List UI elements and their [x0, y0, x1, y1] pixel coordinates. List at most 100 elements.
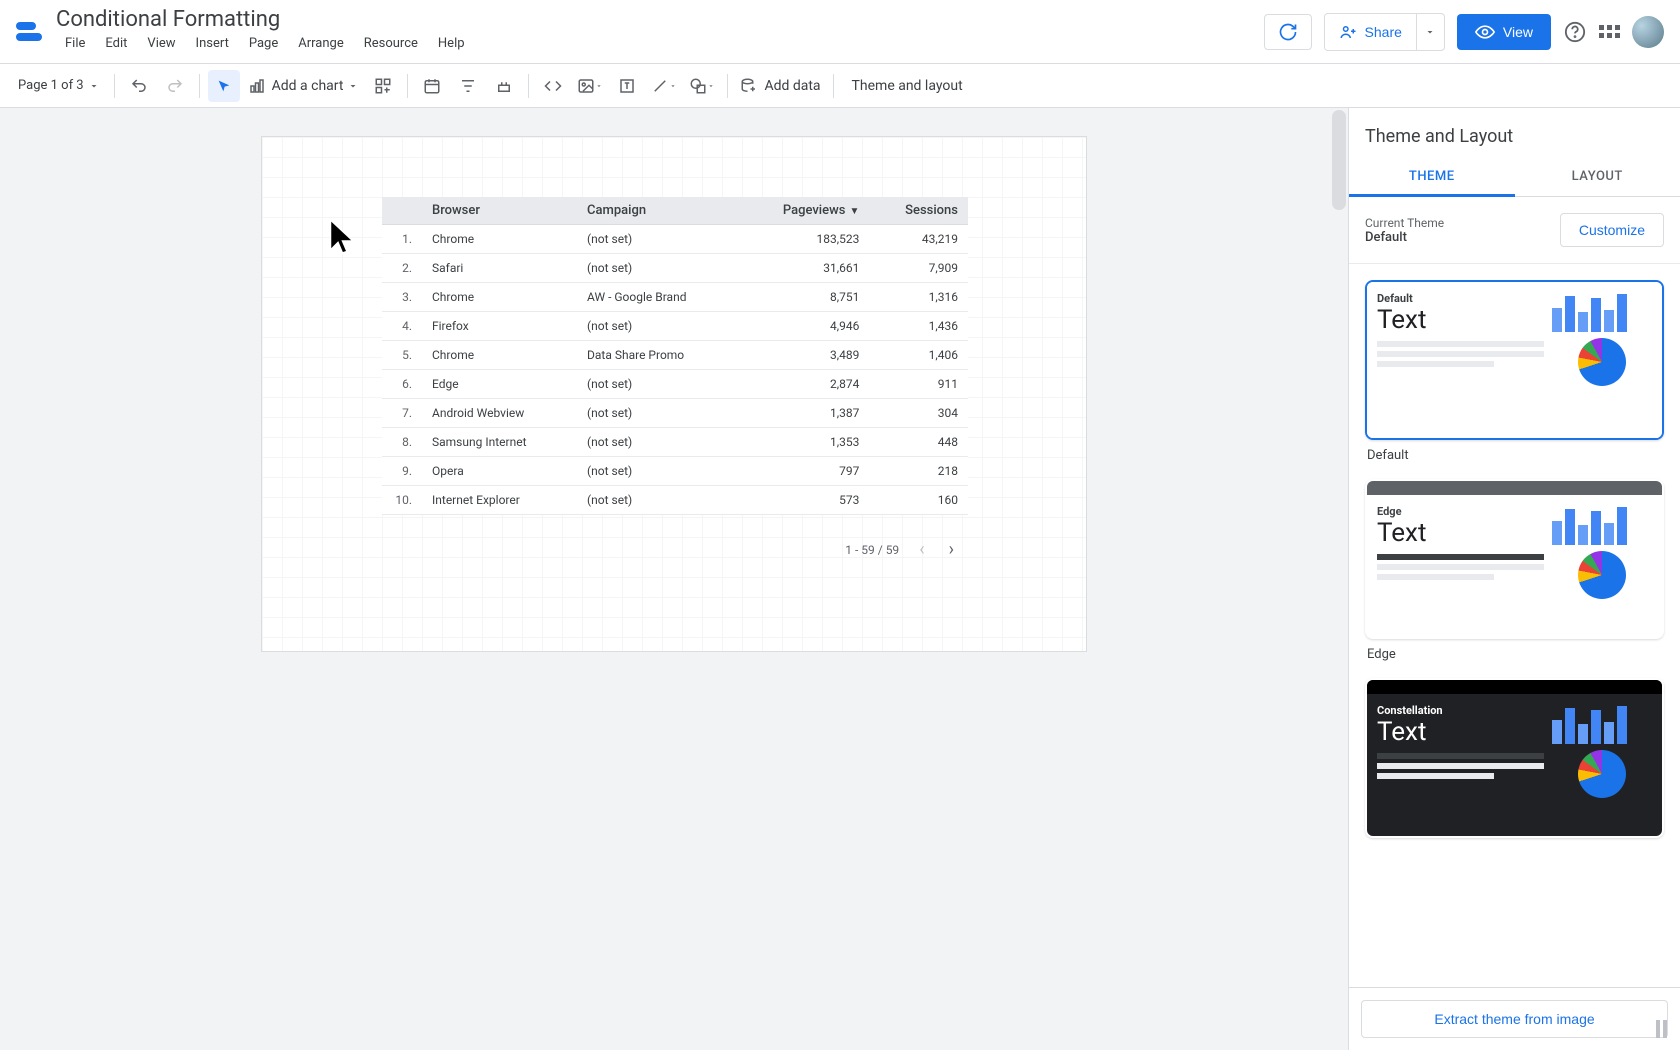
table-row[interactable]: 4. Firefox (not set) 4,946 1,436 — [382, 312, 968, 341]
page-indicator[interactable]: Page 1 of 3 — [12, 78, 106, 93]
community-visualizations-button[interactable] — [367, 70, 399, 102]
shape-button[interactable] — [685, 70, 719, 102]
cell-campaign: (not set) — [577, 254, 739, 283]
prev-page-button[interactable]: ‹ — [915, 539, 928, 560]
theme-card-default[interactable]: Default Text — [1365, 280, 1664, 440]
avatar[interactable] — [1632, 16, 1664, 48]
cell-campaign: (not set) — [577, 457, 739, 486]
image-icon — [577, 77, 595, 95]
panel-title: Theme and Layout — [1349, 108, 1680, 157]
row-index: 1. — [382, 225, 422, 254]
table-row[interactable]: 3. Chrome AW - Google Brand 8,751 1,316 — [382, 283, 968, 312]
image-button[interactable] — [573, 70, 607, 102]
scrollbar-thumb[interactable] — [1332, 110, 1346, 210]
report-canvas[interactable]: BrowserCampaignPageviews▼Sessions 1. Chr… — [261, 136, 1087, 652]
theme-card-edge[interactable]: Edge Text — [1365, 479, 1664, 639]
chevron-down-icon — [669, 82, 677, 90]
cell-sessions: 1,316 — [869, 283, 968, 312]
cell-sessions: 218 — [869, 457, 968, 486]
line-button[interactable] — [647, 70, 681, 102]
menu-edit[interactable]: Edit — [96, 34, 136, 53]
blocks-icon — [374, 77, 392, 95]
shape-icon — [689, 77, 707, 95]
chevron-down-icon — [1424, 26, 1436, 38]
column-header[interactable]: Pageviews▼ — [739, 197, 870, 225]
cell-browser: Chrome — [422, 225, 577, 254]
add-data-button[interactable]: Add data — [736, 70, 824, 102]
redo-button[interactable] — [159, 70, 191, 102]
table-row[interactable]: 8. Samsung Internet (not set) 1,353 448 — [382, 428, 968, 457]
selection-tool[interactable] — [208, 70, 240, 102]
menu-insert[interactable]: Insert — [187, 34, 238, 53]
table-row[interactable]: 5. Chrome Data Share Promo 3,489 1,406 — [382, 341, 968, 370]
theme-card-constellation[interactable]: Constellation Text — [1365, 678, 1664, 838]
add-chart-label: Add a chart — [272, 78, 344, 94]
filter-control-button[interactable] — [452, 70, 484, 102]
table-row[interactable]: 1. Chrome (not set) 183,523 43,219 — [382, 225, 968, 254]
extract-theme-button[interactable]: Extract theme from image — [1361, 1000, 1668, 1038]
document-title[interactable]: Conditional Formatting — [56, 7, 474, 32]
menu-view[interactable]: View — [138, 34, 184, 53]
line-icon — [651, 77, 669, 95]
row-index: 6. — [382, 370, 422, 399]
person-add-icon — [1339, 23, 1357, 41]
refresh-button[interactable] — [1264, 14, 1312, 50]
cell-pageviews: 4,946 — [739, 312, 870, 341]
control-icon — [495, 77, 513, 95]
cell-browser: Chrome — [422, 283, 577, 312]
date-range-button[interactable] — [416, 70, 448, 102]
tab-theme[interactable]: THEME — [1349, 157, 1515, 196]
cell-sessions: 7,909 — [869, 254, 968, 283]
row-index: 5. — [382, 341, 422, 370]
row-index: 9. — [382, 457, 422, 486]
chevron-down-icon — [347, 80, 359, 92]
cell-sessions: 1,436 — [869, 312, 968, 341]
add-chart-button[interactable]: Add a chart — [244, 70, 364, 102]
table-row[interactable]: 9. Opera (not set) 797 218 — [382, 457, 968, 486]
cell-pageviews: 8,751 — [739, 283, 870, 312]
customize-button[interactable]: Customize — [1560, 213, 1664, 247]
cell-sessions: 43,219 — [869, 225, 968, 254]
theme-layout-button[interactable]: Theme and layout — [842, 72, 973, 100]
help-button[interactable] — [1563, 20, 1587, 44]
canvas-area[interactable]: BrowserCampaignPageviews▼Sessions 1. Chr… — [0, 108, 1348, 1050]
refresh-icon — [1278, 22, 1298, 42]
url-embed-button[interactable] — [537, 70, 569, 102]
undo-button[interactable] — [123, 70, 155, 102]
data-table[interactable]: BrowserCampaignPageviews▼Sessions 1. Chr… — [382, 197, 968, 515]
table-row[interactable]: 6. Edge (not set) 2,874 911 — [382, 370, 968, 399]
theme-name-label: Edge — [1365, 647, 1664, 662]
column-header[interactable] — [382, 197, 422, 225]
data-control-button[interactable] — [488, 70, 520, 102]
share-label: Share — [1365, 24, 1402, 40]
table-row[interactable]: 2. Safari (not set) 31,661 7,909 — [382, 254, 968, 283]
cell-browser: Opera — [422, 457, 577, 486]
tab-layout[interactable]: LAYOUT — [1515, 157, 1680, 196]
page-indicator-label: Page 1 of 3 — [18, 78, 84, 93]
text-button[interactable] — [611, 70, 643, 102]
table-row[interactable]: 10. Internet Explorer (not set) 573 160 — [382, 486, 968, 515]
database-add-icon — [740, 77, 758, 95]
next-page-button[interactable]: › — [945, 539, 958, 560]
menu-page[interactable]: Page — [240, 34, 287, 53]
cell-browser: Internet Explorer — [422, 486, 577, 515]
table-row[interactable]: 7. Android Webview (not set) 1,387 304 — [382, 399, 968, 428]
apps-button[interactable] — [1599, 25, 1620, 38]
menu-help[interactable]: Help — [429, 34, 474, 53]
column-header[interactable]: Sessions — [869, 197, 968, 225]
column-header[interactable]: Campaign — [577, 197, 739, 225]
row-index: 4. — [382, 312, 422, 341]
view-button[interactable]: View — [1457, 14, 1551, 50]
current-theme-label: Current Theme — [1365, 216, 1444, 230]
menu-resource[interactable]: Resource — [355, 34, 427, 53]
theme-list[interactable]: Default Text Default Edge Text — [1349, 264, 1680, 987]
menu-arrange[interactable]: Arrange — [289, 34, 352, 53]
chart-icon — [248, 77, 266, 95]
title-menu-block: Conditional Formatting FileEditViewInser… — [56, 11, 474, 53]
menu-file[interactable]: File — [56, 34, 94, 53]
app-header: Conditional Formatting FileEditViewInser… — [0, 0, 1680, 64]
column-header[interactable]: Browser — [422, 197, 577, 225]
share-dropdown[interactable] — [1416, 14, 1444, 50]
share-button[interactable]: Share — [1325, 14, 1416, 50]
cell-sessions: 304 — [869, 399, 968, 428]
